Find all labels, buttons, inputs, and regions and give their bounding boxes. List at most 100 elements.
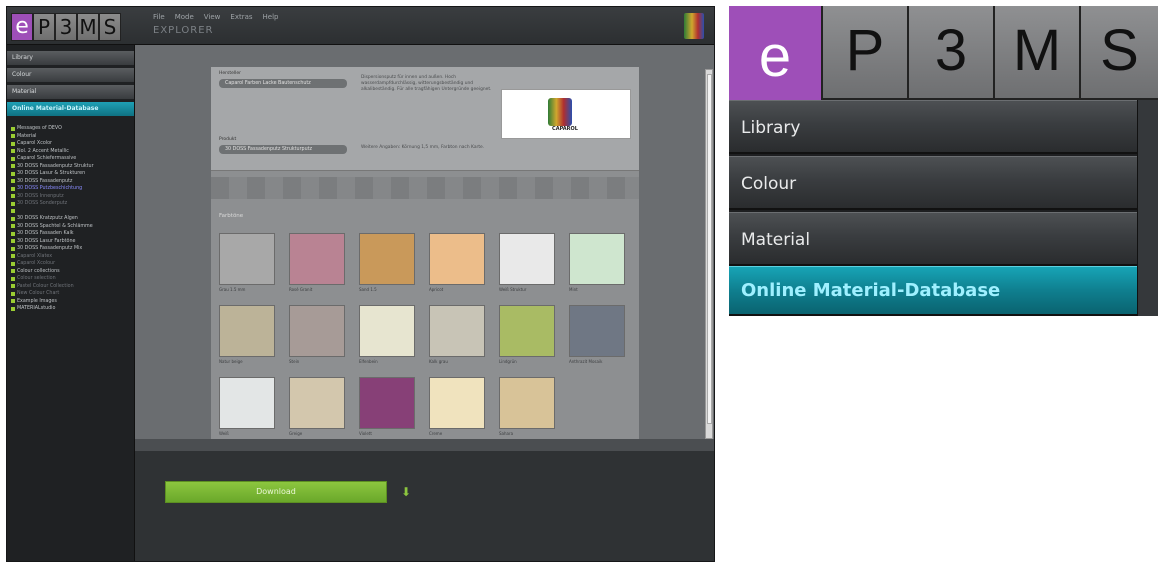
color-swatch[interactable] [429, 305, 485, 357]
tree-row[interactable]: Pastel Colour Collection [11, 283, 130, 291]
tree-row-label: Caparol Xcolor [17, 141, 53, 147]
tree-row[interactable]: 30 DOSS Lasur & Strukturen [11, 170, 130, 178]
color-swatch[interactable] [499, 305, 555, 357]
zoomed-logo-letter: 3 [907, 6, 993, 100]
tree-row-label: Caparol Schiefermassive [17, 156, 77, 162]
tree-row[interactable]: 30 DOSS Putzbeschichtung [11, 185, 130, 193]
tree-row[interactable]: Material [11, 133, 130, 141]
zoomed-sidebar: Library Colour Material Online Material-… [729, 100, 1137, 316]
product-label: Produkt [219, 137, 237, 142]
color-swatch[interactable] [499, 377, 555, 429]
download-button[interactable]: Download [165, 481, 387, 503]
swatches-title: Farbtöne [219, 213, 244, 219]
tree-row[interactable]: 30 DOSS Sonderputz [11, 200, 130, 208]
sidebar-item-library[interactable]: Library [7, 51, 134, 65]
tree-node-icon [11, 306, 15, 311]
tree-node-icon [11, 126, 15, 131]
sidebar: Library Colour Material Online Material-… [7, 45, 135, 561]
tree-node-icon [11, 254, 15, 259]
sidebar-item-colour[interactable]: Colour [7, 68, 134, 82]
swatch-label: Violett [359, 431, 372, 436]
tree-row[interactable]: Colour collections [11, 268, 130, 276]
zoomed-scrollbar[interactable] [1137, 100, 1158, 316]
tree-node-icon [11, 134, 15, 139]
tree-row[interactable]: 30 DOSS Spachtel & Schlämme [11, 223, 130, 231]
color-swatch[interactable] [289, 377, 345, 429]
tree-row[interactable]: Caparol Xcolor [11, 140, 130, 148]
tree-node-icon [11, 156, 15, 161]
brand-name: CAPAROL [552, 126, 578, 132]
tree-row-label: Pastel Colour Collection [17, 283, 74, 289]
tree-row-label: 30 DOSS Lasur & Strukturen [17, 171, 86, 177]
manufacturer-field[interactable]: Caparol Farben Lacke Bautenschutz [219, 79, 347, 88]
caparol-logo-icon [548, 98, 572, 126]
tree-row[interactable]: 30 DOSS Innenputz [11, 193, 130, 201]
content-scrollbar[interactable] [705, 69, 713, 439]
color-swatch[interactable] [219, 377, 275, 429]
tree-row[interactable]: 30 DOSS Fassadenputz Struktur [11, 163, 130, 171]
tree-node-icon [11, 261, 15, 266]
sidebar-item-material[interactable]: Material [7, 85, 134, 99]
tree-row[interactable]: 30 DOSS Fassadenputz Mix [11, 245, 130, 253]
color-swatch[interactable] [359, 377, 415, 429]
product-field[interactable]: 30 DOSS Fassadenputz Strukturputz [219, 145, 347, 154]
color-swatch[interactable] [569, 233, 625, 285]
product-sheet: Hersteller Caparol Farben Lacke Bautensc… [211, 67, 639, 439]
color-swatch[interactable] [219, 233, 275, 285]
tree-row[interactable]: Example Images [11, 298, 130, 306]
tree-row-label: 30 DOSS Fassadenputz [17, 178, 73, 184]
zoomed-sidebar-item-material[interactable]: Material [729, 212, 1137, 266]
tree-row[interactable]: Caparol Schiefermassive [11, 155, 130, 163]
tree-row[interactable]: New Colour Chart [11, 290, 130, 298]
menu-mode[interactable]: Mode [175, 13, 194, 21]
tree-row-label: 30 DOSS Sonderputz [17, 201, 68, 207]
menu-extras[interactable]: Extras [230, 13, 252, 21]
color-swatch[interactable] [429, 233, 485, 285]
color-swatch[interactable] [289, 233, 345, 285]
zoomed-sidebar-item-online-database[interactable]: Online Material-Database [729, 266, 1137, 316]
tree-row[interactable]: 30 DOSS Lasur Farbtöne [11, 238, 130, 246]
color-swatch[interactable] [359, 305, 415, 357]
color-swatch[interactable] [429, 377, 485, 429]
color-swatch[interactable] [359, 233, 415, 285]
menu-file[interactable]: File [153, 13, 165, 21]
zoomed-sidebar-item-colour[interactable]: Colour [729, 156, 1137, 210]
tree-row[interactable]: Colour selection [11, 275, 130, 283]
sidebar-item-online-database[interactable]: Online Material-Database [7, 102, 134, 116]
product-header: Hersteller Caparol Farben Lacke Bautensc… [211, 67, 639, 171]
footer-panel: Download ⬇ [135, 439, 714, 561]
tree-row-label: 30 DOSS Lasur Farbtöne [17, 238, 76, 244]
tree-node-icon [11, 179, 15, 184]
tree-row-label: New Colour Chart [17, 291, 60, 297]
color-swatch[interactable] [499, 233, 555, 285]
tree-row[interactable]: Nol. 2 Accent Metallic [11, 148, 130, 156]
tree-node-icon [11, 194, 15, 199]
tree-row[interactable]: Caparol Xcolour [11, 260, 130, 268]
tree-row[interactable]: 30 DOSS Fassaden Kalk [11, 230, 130, 238]
color-swatch[interactable] [219, 305, 275, 357]
color-swatch[interactable] [569, 305, 625, 357]
menu-help[interactable]: Help [263, 13, 279, 21]
tree-row[interactable] [11, 208, 130, 216]
swatch-label: Anthrazit Mosaik [569, 359, 603, 364]
tree-row[interactable]: 30 DOSS Kratzputz Algen [11, 215, 130, 223]
swatch-label: Rosé Granit [289, 287, 313, 292]
download-arrow-icon[interactable]: ⬇ [401, 485, 411, 499]
scrollbar-thumb[interactable] [707, 74, 712, 424]
zoomed-logo-letter-e: e [729, 6, 821, 100]
tree-row-label: 30 DOSS Putzbeschichtung [17, 186, 83, 192]
tree-row-label: 30 DOSS Spachtel & Schlämme [17, 223, 93, 229]
tree-row-label: 30 DOSS Innenputz [17, 193, 64, 199]
tree-row-label: Caparol Xlatex [17, 253, 53, 259]
tree-row-label: Colour selection [17, 276, 56, 282]
tree-row[interactable]: Messages of DEVO [11, 125, 130, 133]
color-swatch[interactable] [289, 305, 345, 357]
tree-row[interactable]: 30 DOSS Fassadenputz [11, 178, 130, 186]
swatch-label: Mint [569, 287, 578, 292]
tree-row[interactable]: MATERIALstudio [11, 305, 130, 313]
logo-letter: S [99, 13, 121, 41]
tree-row-label: 30 DOSS Kratzputz Algen [17, 216, 78, 222]
menu-view[interactable]: View [204, 13, 221, 21]
tree-row[interactable]: Caparol Xlatex [11, 253, 130, 261]
zoomed-sidebar-item-library[interactable]: Library [729, 100, 1137, 154]
